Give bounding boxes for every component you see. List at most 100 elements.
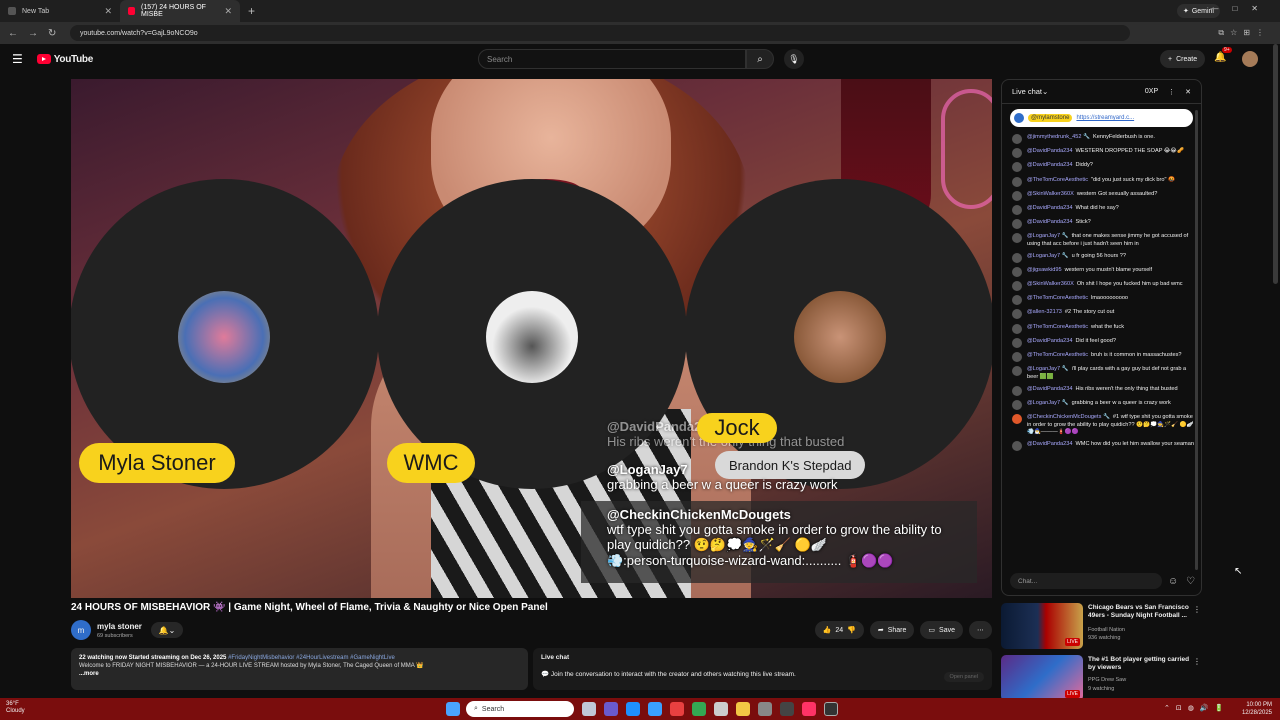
pinned-message[interactable]: @mylamstone https://streamyard.c... [1010, 109, 1193, 127]
pinned-link[interactable]: https://streamyard.c... [1076, 115, 1134, 121]
voice-search-button[interactable]: 🎙 [784, 49, 804, 69]
recommendation-title[interactable]: Chicago Bears vs San Francisco 49ers - S… [1088, 604, 1196, 620]
close-tab-icon[interactable]: ✕ [104, 6, 112, 17]
save-button[interactable]: ▭ Save [920, 621, 963, 639]
recommendation-item[interactable]: LIVE Chicago Bears vs San Francisco 49er… [1001, 603, 1201, 651]
chat-username[interactable]: @TheTomCoreAesthetic [1027, 295, 1088, 301]
chat-username[interactable]: @DavidPanda234 [1027, 219, 1073, 225]
taskbar-search[interactable]: ⌕ Search [466, 701, 574, 717]
more-vert-icon[interactable]: ⋮ [1193, 657, 1201, 666]
chat-username[interactable]: @jimmythedrunk_452 🔧 [1027, 134, 1090, 140]
url-field[interactable]: youtube.com/watch?v=GajL9oNCO9o [70, 25, 1130, 41]
settings-icon[interactable] [758, 702, 772, 716]
chat-username[interactable]: @allen-32173 [1027, 309, 1062, 315]
search-button[interactable]: ⌕ [746, 49, 774, 69]
participant-name-pill: WMC [387, 443, 475, 483]
chat-message: @TheTomCoreAesthetic lmaooooooooo [1012, 295, 1195, 306]
close-tab-icon[interactable]: ✕ [224, 6, 232, 17]
terminal-icon[interactable] [824, 702, 838, 716]
recommendation-thumbnail[interactable]: LIVE [1001, 655, 1083, 701]
create-button[interactable]: + Create [1160, 50, 1206, 68]
new-tab-plus-icon[interactable]: + [240, 4, 263, 18]
tab-youtube[interactable]: (157) 24 HOURS OF MISBE ✕ [120, 0, 240, 22]
chat-username[interactable]: @TheTomCoreAesthetic [1027, 352, 1088, 358]
recommendation-channel[interactable]: PPG Drew Saw [1088, 677, 1126, 683]
chat-username[interactable]: @DavidPanda234 [1027, 386, 1073, 392]
chat-username[interactable]: @jigsawkid95 [1027, 267, 1062, 273]
notifications-bell-icon[interactable]: 🔔 [1214, 52, 1226, 63]
chat-username[interactable]: @SkinWalker360X [1027, 191, 1074, 197]
clock[interactable]: 10:00 PM 12/28/2025 [1242, 701, 1272, 717]
music-icon[interactable] [802, 702, 816, 716]
file-explorer-icon[interactable] [736, 702, 750, 716]
tab-new-tab[interactable]: New Tab ✕ [0, 0, 120, 22]
teams-icon[interactable] [604, 702, 618, 716]
chrome-icon[interactable] [692, 702, 706, 716]
subscribed-bell-button[interactable]: 🔔⌄ [151, 622, 183, 638]
channel-avatar[interactable]: m [71, 620, 91, 640]
live-chat-title[interactable]: Live chat [1012, 87, 1042, 96]
system-tray-icons[interactable]: ⌃⊡◍🔊🔋 [1164, 704, 1229, 712]
chat-username[interactable]: @DavidPanda234 [1027, 338, 1073, 344]
recommendation-title[interactable]: The #1 Bot player getting carried by vie… [1088, 656, 1196, 672]
close-icon[interactable]: ✕ [1185, 88, 1191, 96]
description-more-link[interactable]: ...more [79, 671, 99, 677]
window-controls[interactable]: —□✕ [1210, 4, 1272, 13]
account-avatar[interactable] [1242, 51, 1258, 67]
search-input[interactable]: Search [478, 49, 746, 69]
thumbs-down-icon[interactable]: 👎 [847, 626, 856, 634]
extension-icons[interactable]: ⧉☆⊞⋮ [1218, 28, 1270, 38]
xp-badge[interactable]: 0XP [1145, 88, 1158, 95]
task-view-icon[interactable] [582, 702, 596, 716]
chat-input[interactable]: Chat... [1010, 573, 1162, 589]
chat-username[interactable]: @LoganJay7 🔧 [1027, 233, 1069, 239]
back-arrow-icon[interactable]: ← [8, 28, 20, 39]
chevron-down-icon[interactable]: ⌄ [1042, 87, 1048, 96]
share-button[interactable]: ➦ Share [869, 621, 915, 639]
more-vert-icon[interactable]: ⋮ [1193, 605, 1201, 614]
heart-icon[interactable]: ♡ [1186, 576, 1195, 587]
page-scrollbar[interactable] [1273, 44, 1278, 284]
edge-icon[interactable] [626, 702, 640, 716]
like-button[interactable]: 👍 24 👎 [814, 621, 864, 639]
weather-widget[interactable]: 36°F Cloudy [6, 701, 25, 715]
chat-username[interactable]: @DavidPanda234 [1027, 441, 1073, 447]
chat-username[interactable]: @CheckinChickenMcDougets 🔧 [1027, 414, 1110, 420]
chat-username[interactable]: @LoganJay7 🔧 [1027, 400, 1069, 406]
chat-username[interactable]: @LoganJay7 🔧 [1027, 366, 1069, 372]
description-box[interactable]: 22 watching now Started streaming on Dec… [71, 648, 528, 690]
github-icon[interactable] [780, 702, 794, 716]
recommendation-thumbnail[interactable]: LIVE [1001, 603, 1083, 649]
reload-icon[interactable]: ↻ [48, 28, 60, 39]
windows-start-icon[interactable] [446, 702, 460, 716]
copilot-icon[interactable] [648, 702, 662, 716]
chat-username[interactable]: @LoganJay7 🔧 [1027, 253, 1069, 259]
youtube-logo[interactable]: YouTube [36, 54, 93, 65]
more-actions-button[interactable]: ⋯ [969, 621, 992, 639]
app-icon[interactable] [670, 702, 684, 716]
description-tags[interactable]: #FridayNightMisbehavior #24HourLivestrea… [228, 655, 395, 661]
more-vert-icon[interactable]: ⋮ [1168, 88, 1175, 96]
bookmark-icon: ▭ [928, 627, 936, 634]
chat-username[interactable]: @DavidPanda234 [1027, 162, 1073, 168]
chat-username[interactable]: @DavidPanda234 [1027, 205, 1073, 211]
channel-name[interactable]: myla stoner [97, 622, 142, 631]
menu-hamburger-icon[interactable]: ☰ [12, 52, 23, 66]
search-icon: ⌕ [474, 705, 478, 712]
video-player[interactable]: Myla Stoner WMC @DavidPanda234 His ribs … [71, 79, 992, 598]
chat-username[interactable]: @TheTomCoreAesthetic [1027, 177, 1088, 183]
chat-avatar [1012, 266, 1022, 277]
chat-scrollbar[interactable] [1195, 110, 1198, 570]
store-icon[interactable] [714, 702, 728, 716]
chat-username[interactable]: @SkinWalker360X [1027, 281, 1074, 287]
chat-message: @CheckinChickenMcDougets 🔧 #1 wtf type sh… [1012, 413, 1195, 437]
recommendation-item[interactable]: LIVE The #1 Bot player getting carried b… [1001, 655, 1201, 703]
open-panel-button[interactable]: Open panel [943, 672, 984, 682]
start-button[interactable] [446, 702, 460, 716]
chat-username[interactable]: @DavidPanda234 [1027, 148, 1073, 154]
chat-username[interactable]: @TheTomCoreAesthetic [1027, 324, 1088, 330]
recommendation-channel[interactable]: Football Nation [1088, 627, 1125, 633]
share-arrow-icon: ➦ [877, 627, 884, 634]
emoji-icon[interactable]: ☺ [1168, 576, 1178, 587]
forward-arrow-icon[interactable]: → [28, 28, 40, 39]
